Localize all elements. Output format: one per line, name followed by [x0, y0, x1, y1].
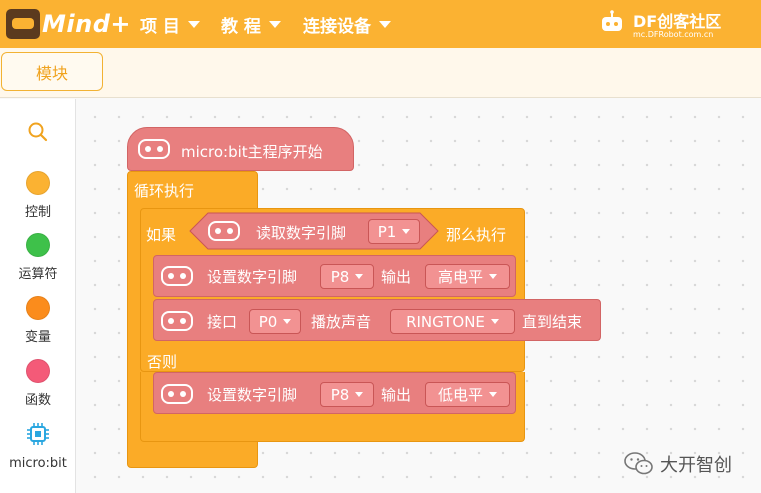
output-level-value: 高电平: [437, 268, 483, 286]
set-pin-value: P8: [330, 267, 350, 286]
menu-project[interactable]: 项 目: [140, 0, 200, 48]
category-functions-label: 函数: [24, 393, 51, 408]
tab-module[interactable]: 模块: [1, 52, 103, 91]
output-else-label: 输出: [381, 386, 412, 404]
port-dropdown[interactable]: P0: [249, 309, 301, 334]
port-value: P0: [258, 312, 278, 331]
menu-tutorial-label: 教 程: [221, 16, 261, 37]
df-url: mc.DFRobot.com.cn: [633, 30, 714, 39]
category-variables-label: 变量: [24, 330, 51, 345]
sub-toolbar: 模块: [0, 48, 761, 98]
chevron-down-icon: [268, 20, 281, 28]
category-sidebar: 控制 运算符 变量 函数 micro:bit: [0, 99, 76, 493]
output-label: 输出: [381, 268, 412, 286]
top-bar: Mind+ 项 目 教 程 连接设备 DF创客社区 mc.DFRobot.com…: [0, 0, 761, 48]
chevron-down-icon: [355, 392, 364, 397]
microbit-main-hat-block[interactable]: micro:bit主程序开始: [127, 127, 354, 171]
read-pin-value: P1: [377, 222, 397, 241]
menu-tutorial[interactable]: 教 程: [221, 0, 281, 48]
app-logo[interactable]: Mind+: [6, 6, 131, 42]
control-dot-icon: [26, 171, 50, 195]
chevron-down-icon: [402, 229, 411, 234]
chevron-down-icon: [489, 392, 497, 397]
set-pin-label: 设置数字引脚: [207, 268, 298, 286]
read-pin-label: 读取数字引脚: [256, 224, 347, 242]
read-pin-dropdown[interactable]: P1: [368, 219, 420, 244]
category-operators[interactable]: 运算符: [0, 233, 76, 282]
hat-block-label: micro:bit主程序开始: [181, 143, 323, 161]
robot-logo-icon: [6, 9, 40, 39]
output-level-dropdown[interactable]: 高电平: [425, 264, 510, 289]
watermark-label: 大开智创: [660, 455, 732, 476]
microbit-icon: [161, 384, 193, 404]
operators-dot-icon: [26, 233, 50, 257]
menu-connect-device[interactable]: 连接设备: [303, 0, 391, 48]
category-control[interactable]: 控制: [0, 171, 76, 220]
df-community-link[interactable]: DF创客社区 mc.DFRobot.com.cn: [599, 6, 749, 44]
category-control-label: 控制: [24, 205, 51, 220]
chevron-down-icon: [355, 274, 364, 279]
df-title: DF创客社区: [633, 12, 722, 31]
category-microbit[interactable]: micro:bit: [0, 422, 76, 471]
loop-label: 循环执行: [134, 182, 195, 200]
play-sound-block[interactable]: 接口 播放声音 直到结束: [153, 299, 601, 341]
microbit-icon: [161, 311, 193, 331]
logo-text: Mind+: [42, 10, 131, 38]
set-pin-dropdown[interactable]: P8: [320, 264, 374, 289]
output-level-else-value: 低电平: [437, 386, 483, 404]
set-pin-else-value: P8: [330, 385, 350, 404]
search-icon[interactable]: [27, 121, 49, 143]
set-pin-else-label: 设置数字引脚: [207, 386, 298, 404]
code-workspace[interactable]: micro:bit主程序开始 循环执行 如果 那么执行 否则 读取数字引脚 P1…: [77, 99, 761, 493]
menu-project-label: 项 目: [140, 16, 180, 37]
category-functions[interactable]: 函数: [0, 359, 76, 408]
wechat-icon: [624, 452, 653, 475]
sound-value: RINGTONE: [406, 312, 485, 331]
microbit-icon: [161, 266, 193, 286]
category-microbit-label: micro:bit: [9, 456, 67, 471]
then-label: 那么执行: [446, 226, 507, 244]
chevron-down-icon: [379, 20, 391, 28]
microbit-icon: [208, 221, 240, 241]
until-done-label: 直到结束: [522, 313, 583, 331]
chip-icon: [27, 423, 49, 445]
else-label: 否则: [147, 353, 178, 371]
wechat-watermark: 大开智创: [624, 449, 754, 477]
play-label: 播放声音: [311, 313, 372, 331]
output-level-else-dropdown[interactable]: 低电平: [425, 382, 510, 407]
category-operators-label: 运算符: [18, 267, 58, 282]
sound-dropdown[interactable]: RINGTONE: [390, 309, 515, 334]
set-pin-else-dropdown[interactable]: P8: [320, 382, 374, 407]
chevron-down-icon: [187, 20, 200, 28]
functions-dot-icon: [26, 359, 50, 383]
variables-dot-icon: [26, 296, 50, 320]
robot-head-icon: [602, 10, 622, 31]
if-label: 如果: [146, 226, 177, 244]
chevron-down-icon: [283, 319, 292, 324]
port-label: 接口: [207, 313, 238, 331]
chevron-down-icon: [490, 319, 499, 324]
chevron-down-icon: [489, 274, 497, 279]
menu-connect-device-label: 连接设备: [303, 16, 371, 37]
category-variables[interactable]: 变量: [0, 296, 76, 345]
microbit-icon: [138, 139, 170, 159]
